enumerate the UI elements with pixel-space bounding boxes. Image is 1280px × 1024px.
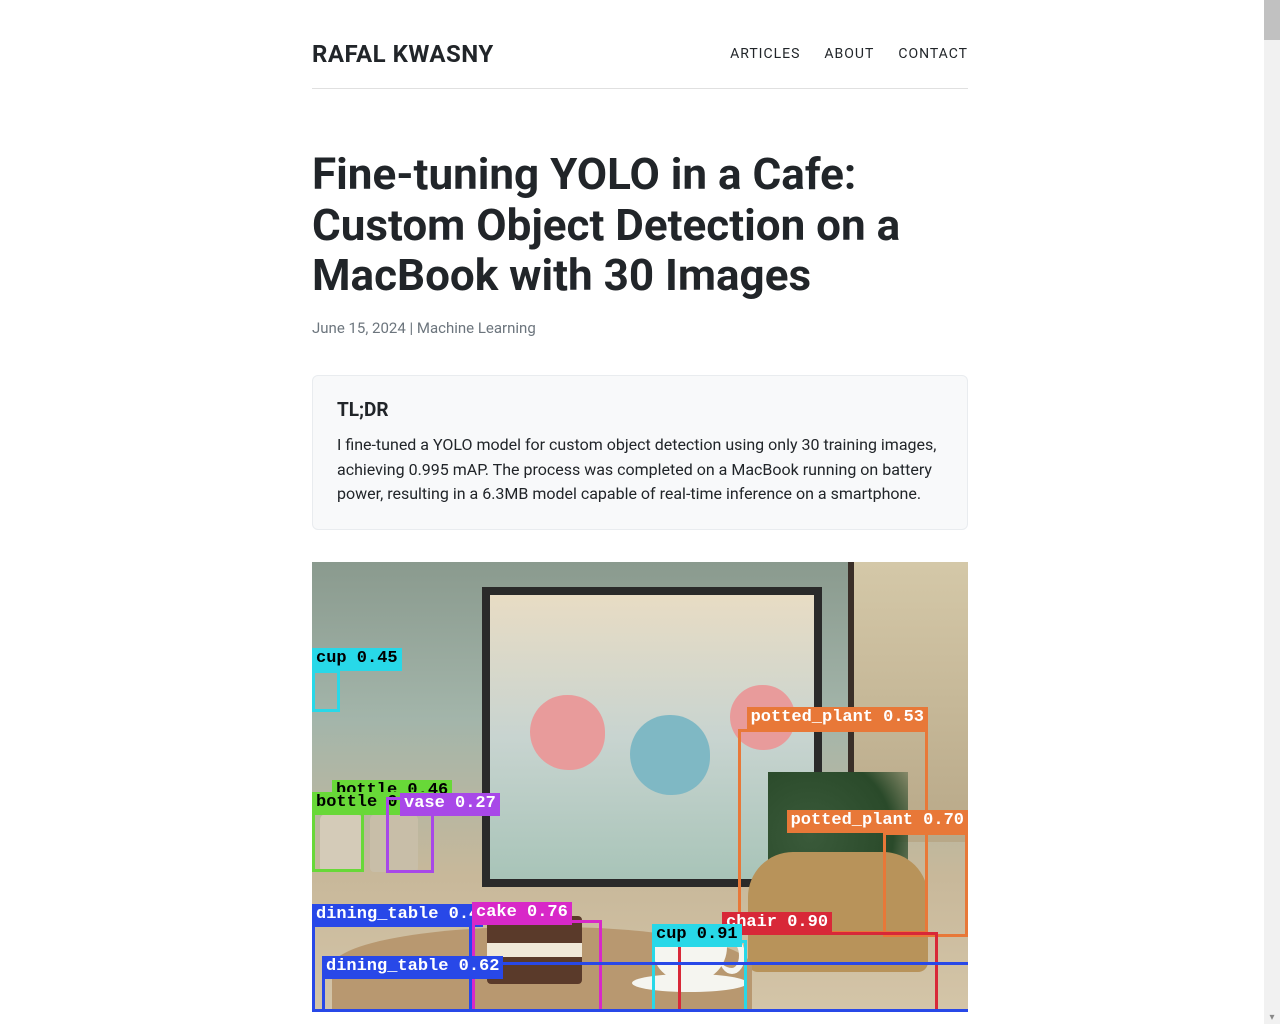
detection-label-cup: cup 0.45 [312,648,402,670]
page-container: RAFAL KWASNY ARTICLES ABOUT CONTACT Fine… [300,0,980,1012]
detection-label-dining-table: dining_table 0.62 [322,956,503,978]
nav-link-about[interactable]: ABOUT [824,46,874,62]
detection-label-vase: vase 0.27 [400,793,500,815]
detection-box-potted-plant [883,832,968,937]
site-header: RAFAL KWASNY ARTICLES ABOUT CONTACT [312,0,968,89]
main-nav: ARTICLES ABOUT CONTACT [730,46,968,62]
detection-label-dining-table: dining_table 0.4 [312,904,483,926]
scroll-down-icon[interactable]: ▾ [1267,1012,1277,1022]
article-meta: June 15, 2024 | Machine Learning [312,319,968,337]
article-title: Fine-tuning YOLO in a Cafe: Custom Objec… [312,149,968,301]
site-title[interactable]: RAFAL KWASNY [312,40,494,68]
tldr-text: I fine-tuned a YOLO model for custom obj… [337,433,943,507]
detection-label-cup: cup 0.91 [652,924,742,946]
meta-separator: | [406,319,417,337]
nav-link-articles[interactable]: ARTICLES [730,46,800,62]
tldr-heading: TL;DR [337,398,943,421]
article-date: June 15, 2024 [312,319,406,337]
nav-link-contact[interactable]: CONTACT [898,46,968,62]
flower-decoration [630,715,710,795]
flower-decoration [530,695,605,770]
scrollbar-thumb[interactable] [1264,0,1280,40]
hero-image: cup 0.45 potted_plant 0.53 potted_plant … [312,562,968,1012]
detection-label-potted-plant: potted_plant 0.53 [747,707,928,729]
scrollbar-track[interactable]: ▾ [1264,0,1280,1024]
detection-label-cake: cake 0.76 [472,902,572,924]
tldr-box: TL;DR I fine-tuned a YOLO model for cust… [312,375,968,530]
detection-label-potted-plant: potted_plant 0.70 [787,810,968,832]
detection-box-cup [312,670,340,712]
article-category: Machine Learning [417,319,536,337]
